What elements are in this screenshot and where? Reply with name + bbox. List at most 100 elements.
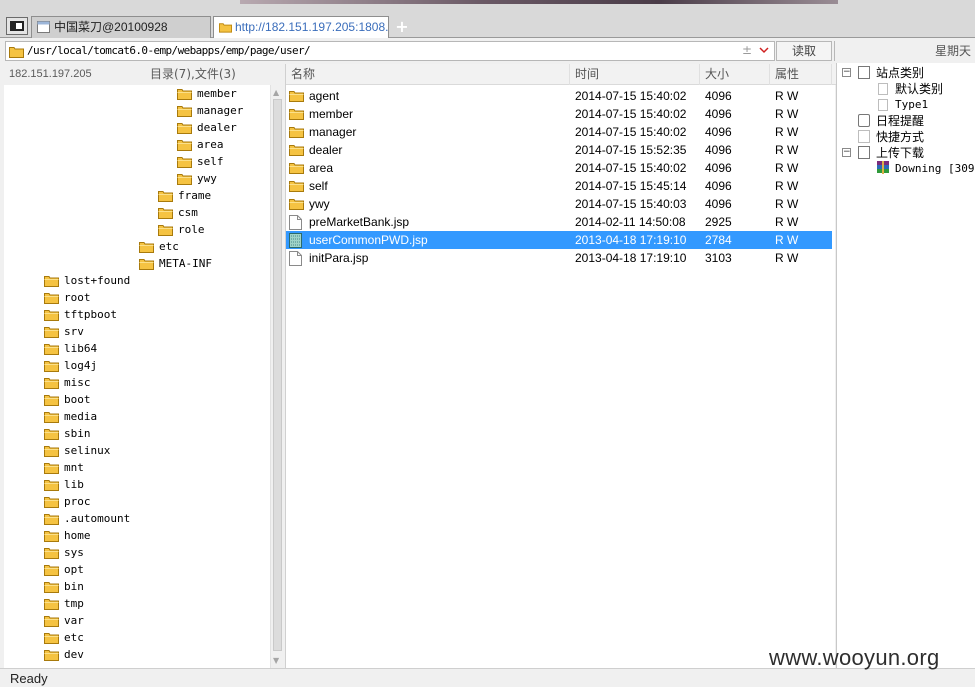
tab-label: 中国菜刀@20100928 [54,20,168,34]
tree-node-label: sys [64,546,84,559]
schedule-reminder[interactable]: 日程提醒 [876,113,924,129]
file-size: 4096 [705,107,732,121]
folder-icon [44,531,59,542]
tab-home[interactable]: 中国菜刀@20100928 [31,16,211,38]
tab-shell[interactable]: http://182.151.197.205:1808... [213,16,389,38]
file-time: 2014-07-15 15:40:03 [575,197,687,211]
folder-row[interactable]: agent 2014-07-15 15:40:02 4096 R W [286,87,832,105]
default-category[interactable]: 默认类别 [895,81,943,97]
file-name: preMarketBank.jsp [309,215,410,229]
folder-row[interactable]: ywy 2014-07-15 15:40:03 4096 R W [286,195,832,213]
tree-node-label: bin [64,580,84,593]
tree-node-label: self [197,155,224,168]
folder-icon [44,565,59,576]
folder-icon [158,225,173,236]
tree-node-label: lost+found [64,274,131,287]
upload-download[interactable]: 上传下载 [876,145,924,161]
file-name: ywy [309,197,330,211]
tree-node-label: tftpboot [64,308,117,321]
folder-icon [44,548,59,559]
folder-icon [289,109,304,120]
file-time: 2014-07-15 15:40:02 [575,125,687,139]
page-icon [878,99,888,111]
weekday-label: 星期天 [834,41,975,61]
file-time: 2014-07-15 15:45:14 [575,179,687,193]
file-row[interactable]: userCommonPWD.jsp 2013-04-18 17:19:10 2784… [286,231,832,249]
tree-node-label: tmp [64,597,84,610]
tree-node-label: srv [64,325,84,338]
folder-row[interactable]: member 2014-07-15 15:40:02 4096 R W [286,105,832,123]
new-tab-button[interactable]: + [394,16,410,38]
collapse-icon[interactable]: − [842,68,851,77]
collapse-icon[interactable]: − [842,148,851,157]
file-row[interactable]: initPara.jsp 2013-04-18 17:19:10 3103 R W [286,249,832,267]
folder-icon [44,293,59,304]
tree-node-label: home [64,529,91,542]
folder-icon [44,378,59,389]
file-time: 2014-07-15 15:40:02 [575,107,687,121]
file-attr: R W [775,143,799,157]
directory-tree[interactable]: member manager dealer area self ywy frame csm ro… [4,85,270,668]
file-size: 3103 [705,251,732,265]
scroll-up-icon[interactable]: ▲ [273,88,279,97]
tree-node-label: boot [64,393,91,406]
file-name: dealer [309,143,343,157]
file-time: 2013-04-18 17:19:10 [575,233,687,247]
tree-node-label: media [64,410,98,423]
folder-icon [289,145,304,156]
folder-icon [44,633,59,644]
file-size: 4096 [705,197,732,211]
column-attr[interactable]: 属性 [770,64,832,85]
file-attr: R W [775,197,799,211]
tree-node-label: opt [64,563,84,576]
expand-icon[interactable]: ± [742,43,752,57]
file-time: 2013-04-18 17:19:10 [575,251,687,265]
tree-node-label: csm [178,206,198,219]
file-attr: R W [775,107,799,121]
type1-item[interactable]: Type1 [895,97,928,113]
archive-icon [877,161,889,174]
tree-node-label: area [197,138,224,151]
file-name: self [309,179,328,193]
folder-icon [139,259,154,270]
column-name[interactable]: 名称 [286,64,570,85]
folder-icon [44,344,59,355]
folder-icon [177,89,192,100]
file-attr: R W [775,233,799,247]
path-input[interactable] [27,42,717,60]
tree-node-label: member [197,87,237,100]
file-size: 2925 [705,215,732,229]
tree-node-label: proc [64,495,91,508]
file-row[interactable]: preMarketBank.jsp 2014-02-11 14:50:08 2925… [286,213,832,231]
downing-item[interactable]: Downing [309.8 [895,161,975,177]
window-icon [10,21,24,31]
scroll-thumb[interactable] [273,99,282,651]
read-button[interactable]: 读取 [776,41,832,61]
tree-scrollbar[interactable]: ▲ ▼ [270,85,284,668]
folder-row[interactable]: dealer 2014-07-15 15:52:35 4096 R W [286,141,832,159]
file-name: agent [309,89,340,103]
tree-node-label: lib [64,478,84,491]
file-attr: R W [775,251,799,265]
folder-row[interactable]: manager 2014-07-15 15:40:02 4096 R W [286,123,832,141]
tab-label: http://182.151.197.205:1808... [235,20,389,34]
chevron-down-icon[interactable] [758,43,770,57]
site-category[interactable]: 站点类别 [876,65,924,81]
tree-node-label: log4j [64,359,98,372]
file-time: 2014-07-15 15:52:35 [575,143,687,157]
tree-node-label: frame [178,189,212,202]
window-menu-button[interactable] [6,17,28,35]
column-time[interactable]: 时间 [570,64,700,85]
folder-icon [44,361,59,372]
column-size[interactable]: 大小 [700,64,770,85]
folder-icon [44,446,59,457]
scroll-down-icon[interactable]: ▼ [273,656,279,665]
folder-row[interactable]: area 2014-07-15 15:40:02 4096 R W [286,159,832,177]
file-list: 名称 时间 大小 属性 agent 2014-07-15 15:40:02 4096… [285,64,836,668]
folder-icon [44,616,59,627]
folder-icon [44,395,59,406]
folder-row[interactable]: self 2014-07-15 15:45:14 4096 R W [286,177,832,195]
file-attr: R W [775,161,799,175]
tree-node-label: sbin [64,427,91,440]
shortcuts[interactable]: 快捷方式 [876,129,924,145]
